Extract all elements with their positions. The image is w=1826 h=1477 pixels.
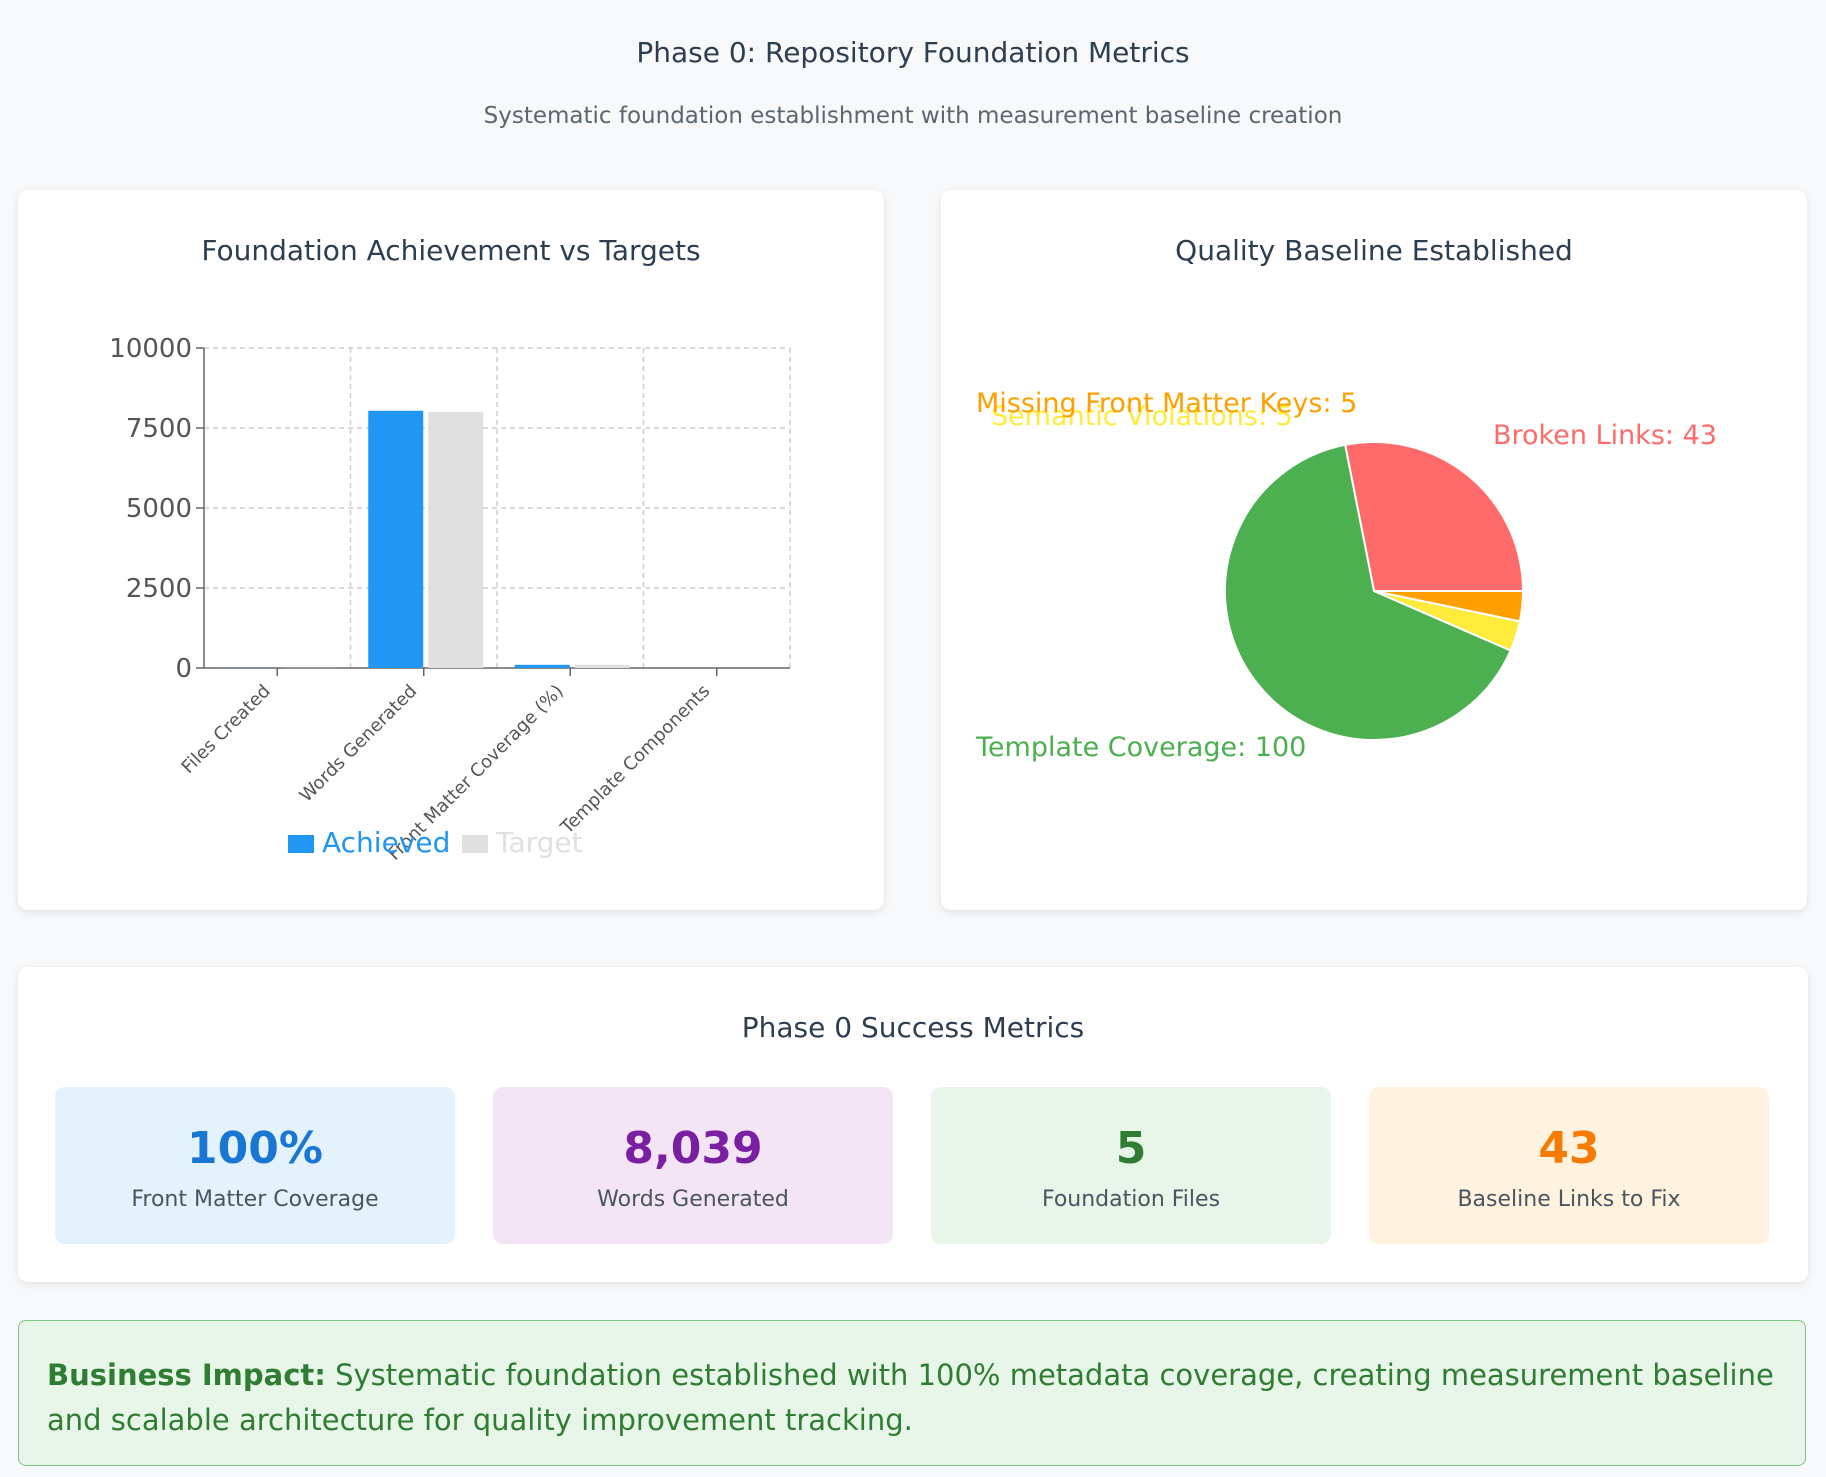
bar-target [574,664,630,668]
legend-label: Target [495,826,583,859]
x-tick-label: Files Created [178,681,275,778]
metric-value: 43 [1538,1123,1600,1174]
bar-chart: 0 2500 5000 7500 10000 Files Created Words Gen… [109,334,791,865]
x-tick-label: Words Generated [296,681,422,807]
y-tick-label: 10000 [109,334,192,364]
metric-tile-words: 8,039 Words Generated [493,1087,893,1244]
bar-target [428,412,484,668]
metric-label: Foundation Files [1041,1187,1221,1212]
quality-baseline-card: Quality Baseline Established Broken Link… [941,190,1807,910]
y-tick-label: 7500 [126,414,192,444]
metric-tile-front-matter: 100% Front Matter Coverage [55,1087,455,1244]
achievement-chart-card: Foundation Achievement vs Targets 0 2500 5… [18,190,884,910]
bar-achieved [514,664,570,668]
metric-value: 100% [187,1123,323,1174]
page-title: Phase 0: Repository Foundation Metrics [636,36,1190,69]
pie-chart: Broken Links: 43Template Coverage: 100Se… [975,388,1717,763]
pie-label: Broken Links: 43 [1493,420,1717,451]
metric-tile-files: 5 Foundation Files [931,1087,1331,1244]
y-tick-label: 2500 [126,574,192,604]
y-tick-label: 5000 [126,494,192,524]
success-metrics-card: Phase 0 Success Metrics 100% Front Matte… [18,967,1808,1282]
metric-label: Baseline Links to Fix [1457,1187,1681,1212]
metric-label: Front Matter Coverage [131,1187,379,1212]
metric-tile-links: 43 Baseline Links to Fix [1369,1087,1769,1244]
impact-label: Business Impact: [47,1358,326,1392]
pie-label: Missing Front Matter Keys: 5 [976,388,1357,419]
y-tick-label: 0 [175,654,192,684]
legend-swatch [288,835,314,853]
x-tick-label: Template Components [556,681,714,839]
metric-label: Words Generated [597,1187,789,1212]
legend-label: Achieved [322,826,450,859]
legend-swatch [462,835,488,853]
metric-value: 5 [1115,1123,1147,1174]
pie-slice [1343,441,1525,592]
business-impact-note: Business Impact: Systematic foundation e… [18,1320,1806,1466]
bar-achieved [368,410,424,668]
metric-value: 8,039 [623,1123,763,1174]
metrics-title: Phase 0 Success Metrics [741,1011,1085,1044]
pie-label: Template Coverage: 100 [975,732,1306,763]
page-subtitle: Systematic foundation establishment with… [483,103,1343,129]
